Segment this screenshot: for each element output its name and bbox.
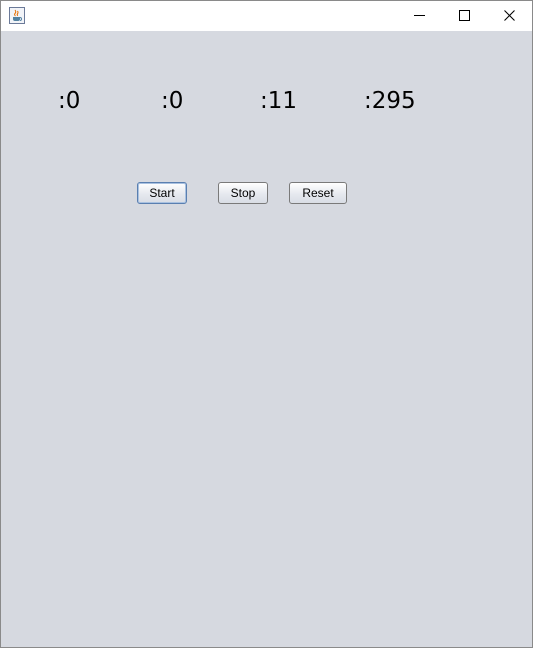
seconds-label: :11: [260, 88, 298, 114]
close-icon: [504, 10, 515, 21]
milliseconds-label: :295: [364, 88, 416, 114]
java-coffee-cup-icon[interactable]: [9, 7, 25, 24]
maximize-button[interactable]: [442, 1, 487, 31]
stopwatch-panel: :0 :0 :11 :295 Start Stop Reset: [1, 31, 532, 647]
reset-button[interactable]: Reset: [289, 182, 347, 204]
app-window: :0 :0 :11 :295 Start Stop Reset: [0, 0, 533, 648]
start-button[interactable]: Start: [137, 182, 187, 204]
maximize-icon: [459, 10, 470, 21]
minutes-label: :0: [161, 88, 184, 114]
minimize-button[interactable]: [397, 1, 442, 31]
stop-button[interactable]: Stop: [218, 182, 268, 204]
minimize-icon: [414, 15, 425, 16]
hours-label: :0: [58, 88, 81, 114]
close-button[interactable]: [487, 1, 532, 31]
title-bar[interactable]: [1, 1, 532, 31]
